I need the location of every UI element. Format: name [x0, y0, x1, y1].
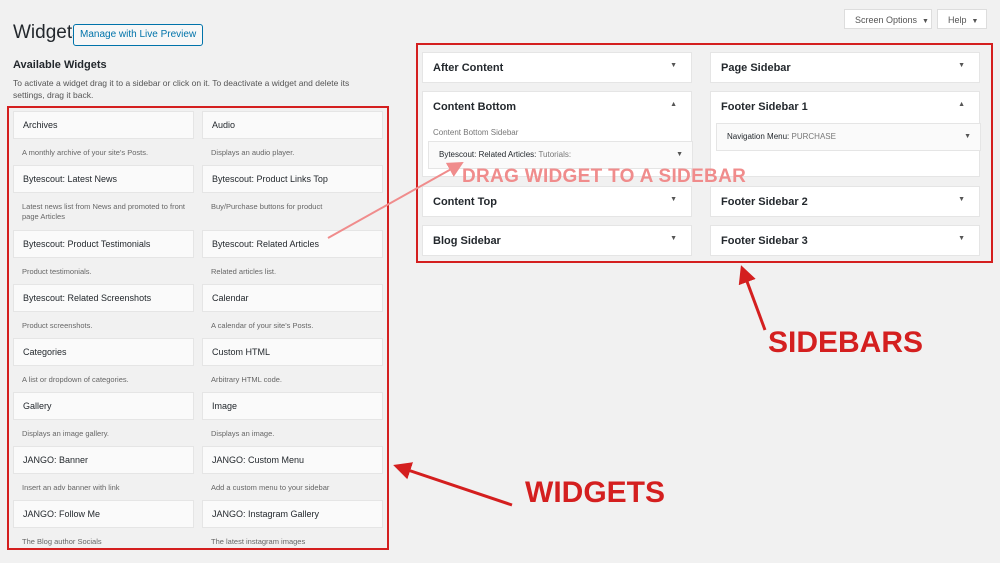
drag-widget-annotation: DRAG WIDGET TO A SIDEBAR: [462, 166, 747, 187]
widgets-annotation: WIDGETS: [525, 476, 665, 509]
annotation-arrows: [327, 162, 767, 507]
widgets-arrow: [393, 462, 513, 507]
drag-arrow: [327, 162, 464, 239]
sidebars-arrow: [738, 265, 767, 331]
sidebars-annotation: SIDEBARS: [768, 326, 924, 359]
